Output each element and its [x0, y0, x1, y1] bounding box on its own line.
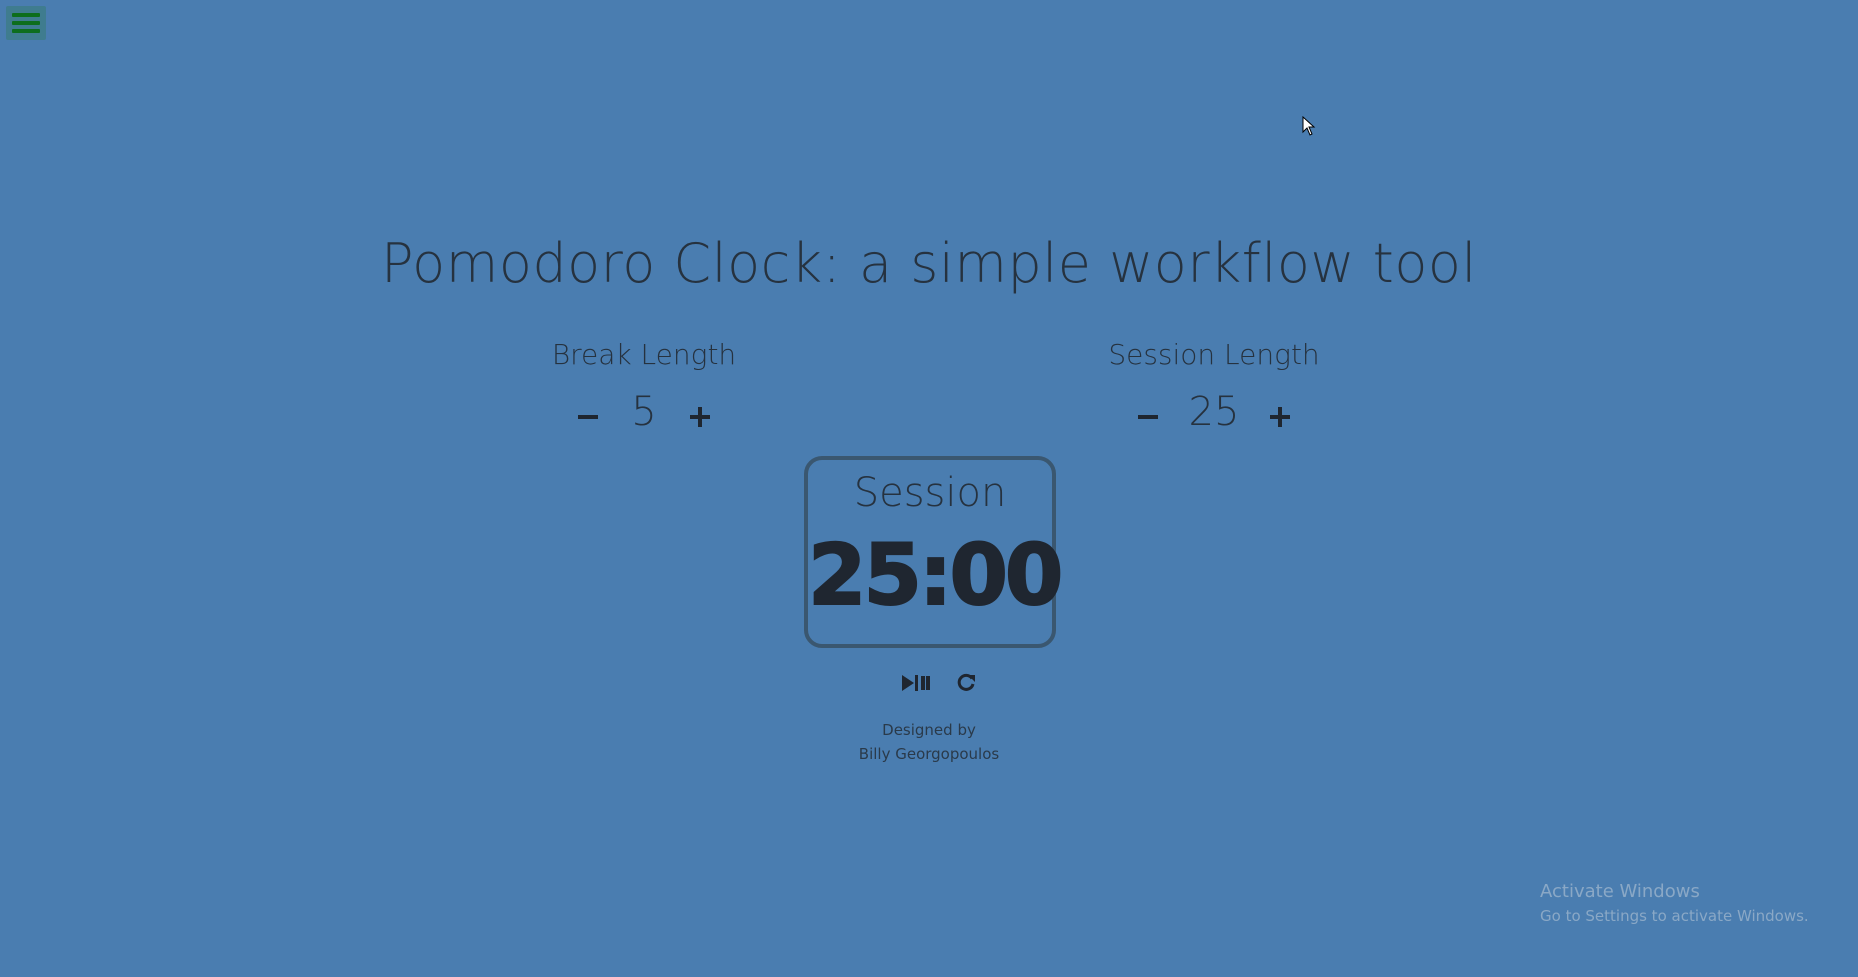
break-increment-button[interactable]	[685, 402, 715, 432]
designer-credit: Designed by Billy Georgopoulos	[0, 718, 1858, 766]
hamburger-menu-button[interactable]	[6, 6, 46, 40]
page-title: Pomodoro Clock: a simple workflow tool	[381, 232, 1477, 295]
app-root: Pomodoro Clock: a simple workflow tool B…	[0, 0, 1858, 977]
session-length-control: Session Length 25	[1064, 338, 1364, 435]
watermark-title: Activate Windows	[1540, 881, 1700, 902]
break-length-control: Break Length 5	[494, 338, 794, 435]
timer-time: 25:00	[807, 525, 1064, 625]
session-length-value: 25	[1188, 389, 1240, 435]
timer-mode-label: Session	[853, 470, 1007, 516]
break-length-row: 5	[494, 389, 794, 435]
refresh-icon	[957, 673, 975, 691]
plus-icon-vertical	[1278, 407, 1283, 427]
hamburger-menu-icon-line	[12, 21, 40, 25]
credit-line-2: Billy Georgopoulos	[858, 745, 1000, 763]
play-pause-button[interactable]	[901, 672, 931, 694]
break-length-label: Break Length	[551, 338, 737, 371]
hamburger-menu-icon-line	[12, 13, 40, 17]
play-pause-icon	[902, 675, 930, 691]
hamburger-menu-icon-line	[12, 29, 40, 33]
watermark-subtitle: Go to Settings to activate Windows.	[1540, 907, 1809, 925]
reset-button[interactable]	[955, 672, 985, 694]
plus-icon-vertical	[698, 407, 702, 427]
session-decrement-button[interactable]	[1133, 402, 1163, 432]
credit-line-1: Designed by	[882, 721, 976, 739]
minus-icon	[1137, 415, 1158, 419]
session-increment-button[interactable]	[1265, 402, 1295, 432]
mouse-cursor-icon	[1302, 116, 1316, 136]
break-length-value: 5	[631, 389, 657, 435]
timer-controls	[0, 672, 1858, 694]
activate-windows-watermark: Activate Windows Go to Settings to activ…	[1540, 880, 1809, 928]
minus-icon	[578, 415, 598, 419]
break-decrement-button[interactable]	[573, 402, 603, 432]
session-length-row: 25	[1064, 389, 1364, 435]
session-length-label: Session Length	[1108, 338, 1320, 371]
timer-display[interactable]: Session 25:00	[804, 456, 1064, 648]
